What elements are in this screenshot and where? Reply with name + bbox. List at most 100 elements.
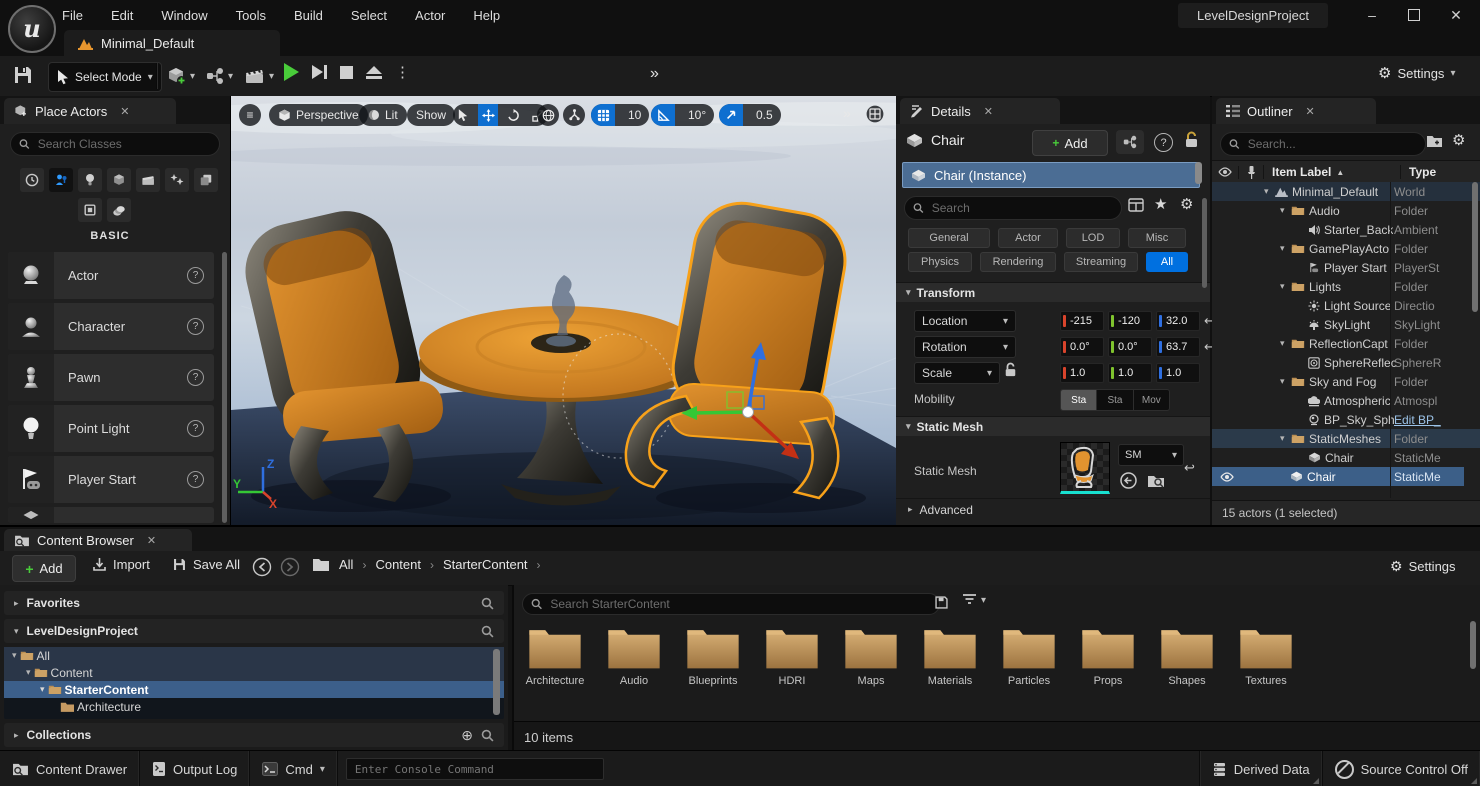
details-search-input[interactable] — [930, 200, 1113, 216]
viewport-toolbar-overflow[interactable]: » — [843, 105, 851, 121]
menu-window[interactable]: Window — [161, 8, 207, 23]
cmd-dropdown[interactable]: Cmd ▾ — [250, 751, 337, 786]
component-instance-row[interactable]: Chair (Instance) — [902, 162, 1200, 188]
frame-skip-button[interactable] — [312, 65, 327, 79]
visibility-column-header[interactable] — [1212, 167, 1238, 177]
components-scrollbar[interactable] — [1195, 162, 1202, 184]
tree-item-all[interactable]: ▾ All — [4, 647, 504, 664]
eject-button[interactable] — [366, 66, 382, 79]
collections-section[interactable]: ▸ Collections ⊕ — [4, 723, 504, 747]
place-actor-item-character[interactable]: Character? — [8, 303, 214, 350]
chip-physics[interactable]: Physics — [908, 252, 972, 272]
tab-minimal-default[interactable]: Minimal_Default — [64, 30, 280, 56]
search-icon[interactable] — [481, 597, 494, 610]
scale-y-field[interactable]: 1.0 — [1108, 363, 1152, 383]
browse-to-asset-icon[interactable] — [1147, 473, 1165, 489]
details-scrollbar[interactable] — [1202, 198, 1207, 288]
cinematics-button[interactable]: ▾ — [240, 62, 278, 90]
assets-scrollbar[interactable] — [1470, 621, 1476, 669]
blueprints-button[interactable]: ▾ — [201, 62, 237, 90]
static-mesh-thumbnail[interactable] — [1060, 442, 1110, 494]
new-folder-icon[interactable] — [1426, 134, 1443, 148]
outliner-row[interactable]: Light SourceDirectio — [1212, 296, 1480, 315]
toolbar-overflow[interactable]: » — [650, 65, 659, 83]
static-mesh-section-header[interactable]: ▾ Static Mesh — [896, 416, 1210, 436]
shapes-category-button[interactable] — [107, 168, 131, 192]
save-search-icon[interactable] — [934, 595, 949, 610]
location-y-field[interactable]: -120 — [1108, 311, 1152, 331]
chip-general[interactable]: General — [908, 228, 990, 248]
outliner-settings-gear-icon[interactable]: ⚙ — [1452, 131, 1465, 149]
basic-category-button[interactable] — [49, 168, 73, 192]
outliner-search[interactable] — [1220, 132, 1426, 156]
display-filter-icon[interactable] — [1128, 198, 1144, 212]
outliner-row[interactable]: ▾LightsFolder — [1212, 277, 1480, 296]
derived-data-button[interactable]: Derived Data — [1199, 751, 1323, 786]
outliner-row[interactable]: Starter_BackAmbient — [1212, 220, 1480, 239]
outliner-row[interactable]: BP_Sky_SphEdit BP_ — [1212, 410, 1480, 429]
grid-snap-value[interactable]: 10 — [620, 108, 649, 122]
outliner-row[interactable]: ChairStaticMe — [1212, 448, 1480, 467]
output-log-button[interactable]: Output Log — [140, 751, 250, 786]
help-icon[interactable]: ? — [187, 267, 204, 284]
grid-snap-toggle[interactable] — [591, 104, 615, 126]
tree-item-startercontent-selected[interactable]: ▾ StarterContent — [4, 681, 504, 698]
close-icon[interactable]: ✕ — [147, 534, 156, 547]
outliner-row[interactable]: AtmosphericAtmospl — [1212, 391, 1480, 410]
place-actor-item-actor[interactable]: Actor? — [8, 252, 214, 299]
close-icon[interactable]: ✕ — [120, 105, 129, 118]
folder-tile[interactable]: Architecture — [520, 625, 590, 687]
scale-snap-value[interactable]: 0.5 — [748, 108, 781, 122]
breadcrumb-content[interactable]: Content — [375, 557, 421, 572]
add-collection-icon[interactable]: ⊕ — [461, 727, 473, 744]
outliner-row[interactable]: ▾Minimal_DefaultWorld — [1212, 182, 1480, 201]
outliner-row[interactable]: SkyLightSkyLight — [1212, 315, 1480, 334]
toolbar-settings-dropdown[interactable]: ⚙ Settings ▾ — [1378, 64, 1455, 82]
static-mesh-asset-dropdown[interactable]: SM ▾ — [1118, 444, 1184, 466]
rotation-snap-toggle[interactable] — [651, 104, 675, 126]
asset-search[interactable] — [522, 593, 940, 615]
help-icon[interactable]: ? — [187, 420, 204, 437]
folder-tile[interactable]: Props — [1073, 625, 1143, 687]
scale-x-field[interactable]: 1.0 — [1060, 363, 1104, 383]
recent-category-button[interactable] — [20, 168, 44, 192]
minimize-button[interactable]: – — [1352, 0, 1392, 30]
viewport[interactable]: Z Y X ≡ Perspective Lit Show 10 — [230, 96, 897, 525]
cb-import-button[interactable]: Import — [92, 557, 150, 572]
mobility-static-option[interactable]: Sta — [1061, 390, 1096, 410]
scale-lock-icon[interactable] — [1004, 362, 1017, 378]
menu-build[interactable]: Build — [294, 8, 323, 23]
outliner-row-selected[interactable]: Chair StaticMe — [1212, 467, 1464, 486]
folder-tile[interactable]: Maps — [836, 625, 906, 687]
tab-outliner[interactable]: Outliner ✕ — [1216, 98, 1376, 124]
scale-snap-toggle[interactable] — [719, 104, 743, 126]
cb-save-all-button[interactable]: Save All — [172, 557, 240, 572]
save-button[interactable] — [12, 64, 34, 86]
select-mode-dropdown[interactable]: Select Mode ▾ — [48, 62, 162, 92]
play-options-kebab[interactable]: ⋮ — [395, 63, 410, 81]
cb-back-button[interactable] — [252, 557, 272, 577]
folder-tile[interactable]: Materials — [915, 625, 985, 687]
breadcrumb-startercontent[interactable]: StarterContent — [443, 557, 528, 572]
chip-all[interactable]: All — [1146, 252, 1188, 272]
quick-add-actor-button[interactable]: ▾ — [163, 62, 199, 90]
scale-dropdown[interactable]: Scale▾ — [914, 362, 1000, 384]
search-icon[interactable] — [481, 625, 494, 638]
pin-column-header[interactable] — [1238, 166, 1263, 179]
folder-tile[interactable]: Blueprints — [678, 625, 748, 687]
tree-scrollbar[interactable] — [493, 649, 500, 715]
menu-edit[interactable]: Edit — [111, 8, 133, 23]
maximize-button[interactable] — [1394, 0, 1434, 30]
perspective-dropdown[interactable]: Perspective — [269, 104, 368, 126]
close-icon[interactable]: ✕ — [1306, 105, 1315, 118]
cinematic-category-button[interactable] — [136, 168, 160, 192]
place-actors-search[interactable] — [10, 132, 220, 156]
outliner-row[interactable]: ▾ReflectionCaptFolder — [1212, 334, 1480, 353]
chip-misc[interactable]: Misc — [1128, 228, 1186, 248]
source-control-button[interactable]: Source Control Off — [1323, 751, 1480, 786]
menu-help[interactable]: Help — [473, 8, 500, 23]
blueprint-edit-button[interactable] — [1116, 130, 1144, 154]
folder-tile[interactable]: Particles — [994, 625, 1064, 687]
rotation-x-field[interactable]: 0.0° — [1060, 337, 1104, 357]
unlock-icon[interactable] — [1184, 131, 1199, 149]
